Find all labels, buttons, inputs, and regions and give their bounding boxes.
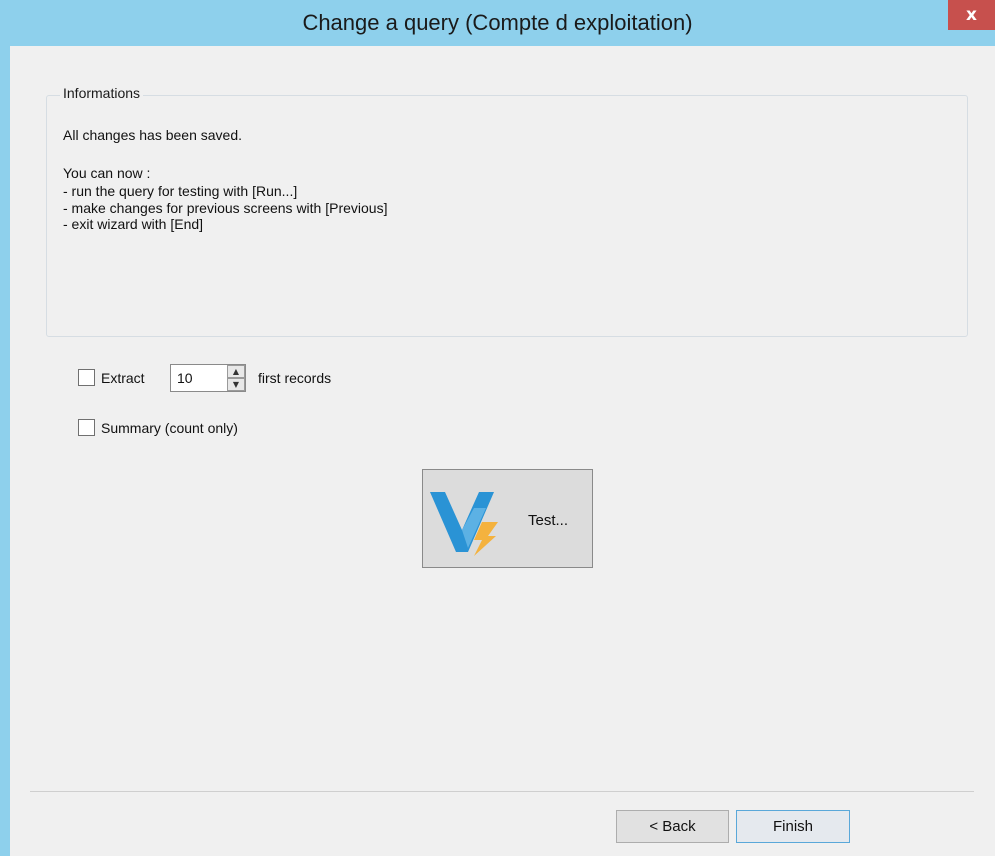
summary-checkbox[interactable] <box>78 419 95 436</box>
info-previous-text: - make changes for previous screens with… <box>63 200 388 216</box>
close-button[interactable]: x <box>948 0 995 30</box>
finish-button[interactable]: Finish <box>736 810 850 843</box>
extract-checkbox[interactable] <box>78 369 95 386</box>
back-button[interactable]: < Back <box>616 810 729 843</box>
spin-up-icon[interactable]: ▲ <box>227 365 245 378</box>
info-saved-text: All changes has been saved. <box>63 127 243 143</box>
v-lightning-logo-icon <box>430 492 498 556</box>
extract-count-value: 10 <box>177 370 193 386</box>
window-title: Change a query (Compte d exploitation) <box>302 10 693 35</box>
summary-label: Summary (count only) <box>101 420 238 436</box>
info-exit-text: - exit wizard with [End] <box>63 216 204 232</box>
test-button-label: Test... <box>528 512 569 529</box>
footer-separator <box>30 791 974 792</box>
query-wizard-window: Change a query (Compte d exploitation) x… <box>0 0 995 856</box>
informations-legend: Informations <box>60 85 144 101</box>
info-you-can-now-text: You can now : <box>63 165 151 181</box>
window-left-border <box>0 0 10 856</box>
extract-label: Extract <box>101 370 145 386</box>
info-run-text: - run the query for testing with [Run...… <box>63 183 298 199</box>
first-records-label: first records <box>258 370 332 386</box>
spin-down-icon[interactable]: ▼ <box>227 378 245 391</box>
